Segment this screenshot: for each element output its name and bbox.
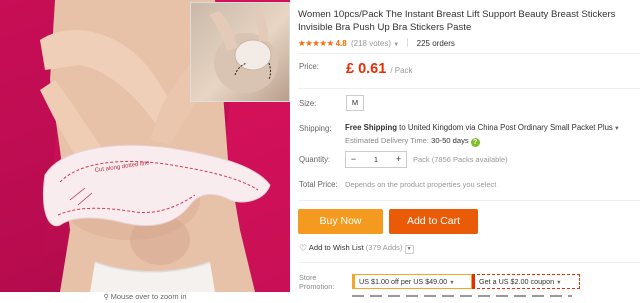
zoom-hint: ⚲ Mouse over to zoom in (0, 292, 290, 302)
chevron-down-icon[interactable]: ▼ (404, 245, 414, 254)
store-promotion-label: Store Promotion: (299, 273, 334, 291)
chevron-down-icon: ▼ (393, 42, 400, 48)
promotion-label-line1: Store (299, 273, 317, 282)
promotion-coupon-discount[interactable]: US $1.00 off per US $49.00 ▼ (352, 274, 472, 289)
free-shipping-text: Free Shipping (345, 123, 397, 132)
wishlist-text: Add to Wish List (308, 243, 364, 252)
shipping-label: Shipping: (299, 124, 332, 133)
stock-available: Pack (7856 Packs available) (413, 155, 508, 164)
size-option-m[interactable]: M (346, 95, 364, 111)
quantity-decrease-button[interactable]: − (346, 152, 361, 167)
total-price-label: Total Price: (299, 180, 338, 189)
votes-text: (218 votes) (350, 39, 391, 48)
quantity-increase-button[interactable]: + (391, 152, 406, 167)
delivery-label: Estimated Delivery Time: (345, 136, 429, 145)
divider (298, 88, 640, 89)
divider (298, 262, 640, 263)
delivery-time: Estimated Delivery Time: 30-50 days? (345, 136, 480, 147)
promotion-coupon-get[interactable]: Get a US $2.00 coupon ▼ (472, 274, 580, 289)
buy-now-button[interactable]: Buy Now (298, 209, 383, 234)
quantity-label: Quantity: (299, 155, 331, 164)
quantity-input[interactable]: 1 (361, 152, 391, 167)
promotion-label-line2: Promotion: (299, 282, 335, 291)
size-label: Size: (299, 99, 317, 108)
chevron-down-icon: ▼ (613, 126, 620, 132)
quantity-stepper: − 1 + (345, 151, 407, 168)
shipping-destination-text: to United Kingdom via China Post Ordinar… (399, 123, 613, 132)
help-icon[interactable]: ? (470, 138, 480, 147)
coupon-discount-text: US $1.00 off per US $49.00 (359, 277, 448, 286)
divider (407, 38, 409, 47)
add-to-wishlist[interactable]: ♡ Add to Wish List (379 Adds) ▼ (299, 243, 414, 254)
product-title: Women 10pcs/Pack The Instant Breast Lift… (298, 9, 616, 33)
price-row: £ 0.61/ Pack (346, 60, 413, 78)
price-amount: £ 0.61 (346, 61, 387, 77)
divider (298, 53, 640, 54)
product-detail-panel: Women 10pcs/Pack The Instant Breast Lift… (298, 0, 640, 302)
product-gallery: Cut along dotted line ⚲ Mouse over to zoo… (0, 0, 290, 302)
votes-link[interactable]: (218 votes) ▼ (351, 39, 399, 48)
total-price-note: Depends on the product properties you se… (345, 180, 497, 189)
inset-illustration (209, 8, 278, 93)
price-unit: / Pack (390, 66, 413, 75)
heart-icon: ♡ (299, 243, 308, 253)
rating-row: ★★★★★ 4.8 (218 votes) ▼ 225 orders (298, 37, 455, 51)
inset-detail-image[interactable] (190, 2, 290, 102)
price-label: Price: (299, 62, 319, 71)
add-to-cart-button[interactable]: Add to Cart (389, 209, 478, 234)
chevron-down-icon: ▼ (449, 280, 455, 286)
shipping-method[interactable]: Free Shipping to United Kingdom via Chin… (345, 123, 620, 132)
star-rating-icon[interactable]: ★★★★★ (298, 38, 334, 48)
cut-off-content (352, 295, 572, 297)
coupon-get-text: Get a US $2.00 coupon (479, 277, 555, 286)
rating-value: 4.8 (335, 39, 347, 48)
delivery-days: 30-50 days (431, 136, 469, 145)
orders-count: 225 orders (416, 39, 455, 48)
chevron-down-icon: ▼ (556, 280, 562, 286)
divider (298, 200, 640, 201)
zoom-hint-text: Mouse over to zoom in (110, 292, 187, 301)
magnifier-icon: ⚲ (103, 294, 109, 301)
wishlist-count: (379 Adds) (365, 243, 403, 252)
